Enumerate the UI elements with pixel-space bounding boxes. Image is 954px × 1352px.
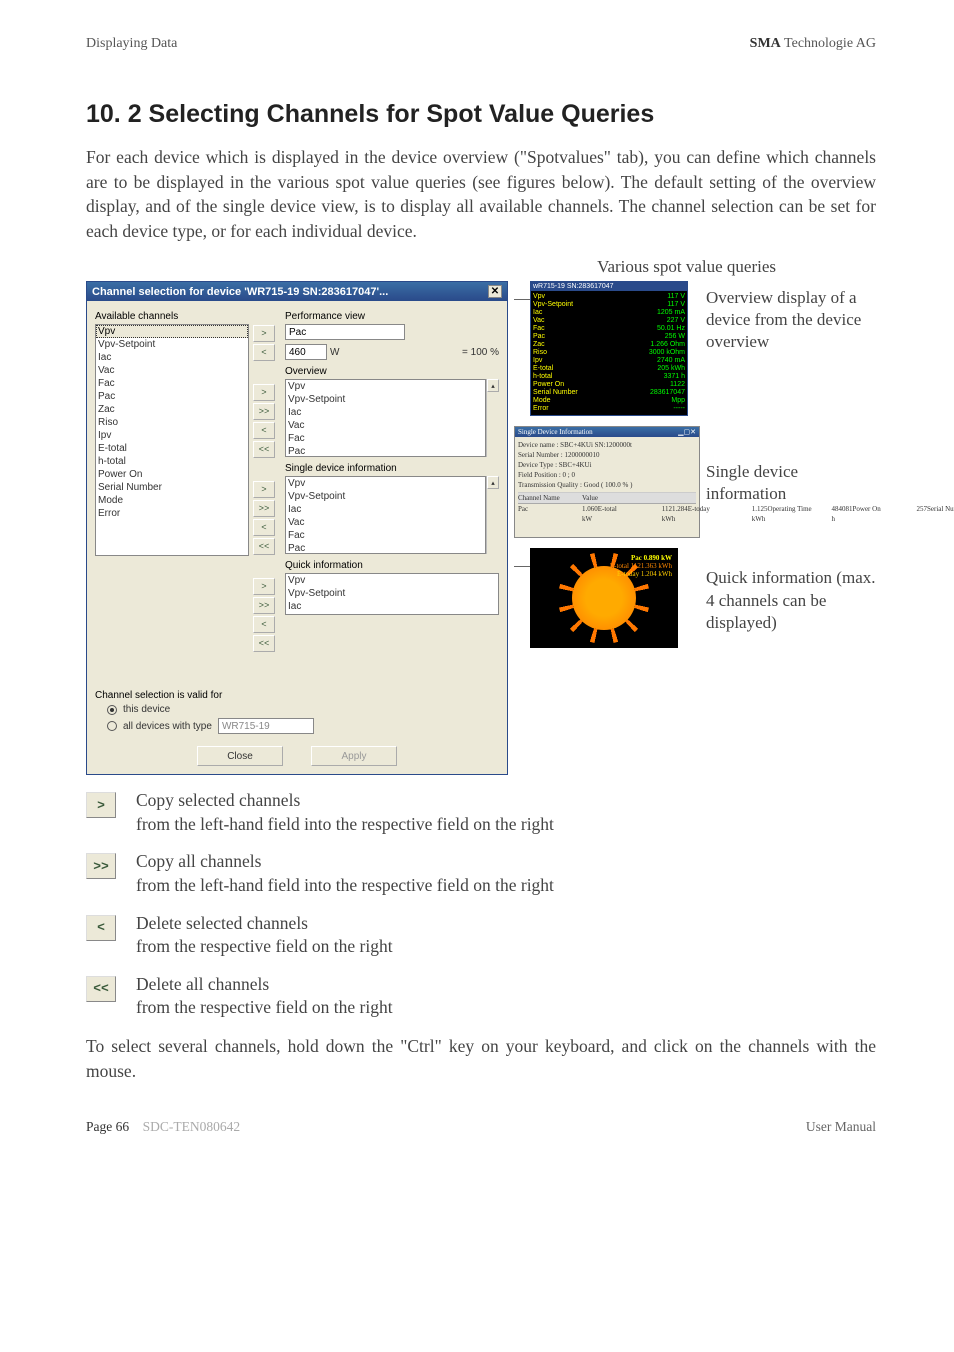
page-header: Displaying Data SMA Technologie AG	[86, 36, 876, 52]
move-left-button[interactable]: <	[253, 616, 275, 633]
channel-selection-dialog: Channel selection for device 'WR715-19 S…	[86, 281, 508, 775]
quick-info-widget: Pac 0.890 kWE-total 1121.363 kWhE-today …	[530, 548, 678, 648]
figure-row: Channel selection for device 'WR715-19 S…	[86, 281, 876, 775]
radio-this-device[interactable]: this device	[107, 704, 499, 715]
move-all-left-button[interactable]: <<	[253, 441, 275, 458]
move-all-right-button[interactable]: >>	[253, 403, 275, 420]
quick-transfer-buttons: > >> < <<	[253, 578, 281, 652]
overview-display-window: wR715-19 SN:283617047 Vpv117 VVpv-Setpoi…	[530, 281, 688, 416]
close-button[interactable]: Close	[197, 746, 283, 766]
quick-label: Quick information	[285, 560, 499, 571]
mini-title: wR715-19 SN:283617047	[533, 283, 614, 290]
perf-transfer-buttons: > <	[253, 325, 281, 361]
legend-text: Delete all channelsfrom the respective f…	[136, 973, 393, 1020]
annotations-column: Overview display of a device from the de…	[706, 281, 876, 680]
radio-icon	[107, 721, 117, 731]
legend-row: >> Copy all channelsfrom the left-hand fi…	[86, 850, 876, 897]
perf-percent: = 100 %	[462, 347, 499, 358]
move-all-left-button[interactable]: <<	[253, 538, 275, 555]
radio-all-devices[interactable]: all devices with type	[107, 718, 499, 734]
overview-values: Vpv117 VVpv-Setpoint117 VIac1205 mAVac22…	[531, 291, 687, 415]
intro-paragraph: For each device which is displayed in th…	[86, 145, 876, 243]
legend-icon: >>	[86, 853, 116, 879]
legend-text: Copy all channelsfrom the left-hand fiel…	[136, 850, 554, 897]
perf-unit: W	[330, 347, 339, 358]
overview-label: Overview	[285, 366, 499, 377]
quick-values: Pac 0.890 kWE-total 1121.363 kWhE-today …	[610, 554, 672, 578]
annotation-overview: Overview display of a device from the de…	[706, 287, 876, 353]
legend-icon: <<	[86, 976, 116, 1002]
legend-row: << Delete all channelsfrom the respective…	[86, 973, 876, 1020]
legend-icon: <	[86, 915, 116, 941]
device-type-select	[218, 718, 314, 734]
quick-list[interactable]: VpvVpv-SetpointIac	[285, 573, 499, 615]
sdi-title: Single Device Information	[518, 428, 593, 436]
section-title: 10. 2 Selecting Channels for Spot Value …	[86, 100, 876, 129]
move-right-button[interactable]: >	[253, 384, 275, 401]
legend-row: > Copy selected channelsfrom the left-han…	[86, 789, 876, 836]
close-icon[interactable]: ✕	[488, 285, 502, 298]
move-right-button[interactable]: >	[253, 325, 275, 342]
performance-label: Performance view	[285, 311, 499, 322]
sdi-meta: Device name : SBC+4KUi SN:1200000tSerial…	[518, 440, 696, 490]
scroll-up-icon[interactable]: ▴	[487, 476, 499, 489]
overview-list[interactable]: VpvVpv-SetpointIacVacFacPac	[285, 379, 486, 457]
apply-button: Apply	[311, 746, 397, 766]
button-legend: > Copy selected channelsfrom the left-han…	[86, 789, 876, 1020]
sdi-transfer-buttons: > >> < <<	[253, 481, 281, 555]
move-all-right-button[interactable]: >>	[253, 597, 275, 614]
legend-text: Delete selected channelsfrom the respect…	[136, 912, 393, 959]
move-left-button[interactable]: <	[253, 519, 275, 536]
single-device-info-window: Single Device Information ▁▢✕ Device name…	[514, 426, 700, 538]
header-left: Displaying Data	[86, 36, 177, 52]
perf-value-input[interactable]	[285, 344, 327, 360]
connector-line	[514, 566, 530, 567]
move-right-button[interactable]: >	[253, 578, 275, 595]
sdi-label: Single device information	[285, 463, 499, 474]
valid-for-label: Channel selection is valid for	[95, 690, 499, 701]
dialog-titlebar: Channel selection for device 'WR715-19 S…	[87, 282, 507, 301]
header-right: SMA Technologie AG	[750, 36, 876, 52]
move-left-button[interactable]: <	[253, 344, 275, 361]
available-channels-list[interactable]: VpvVpv-SetpointIacVacFacPacZacRisoIpvE-t…	[95, 324, 249, 556]
perf-channel-input[interactable]	[285, 324, 405, 340]
scroll-up-icon[interactable]: ▴	[487, 379, 499, 392]
annotation-quick: Quick information (max. 4 channels can b…	[706, 567, 876, 633]
legend-icon: >	[86, 792, 116, 818]
closing-paragraph: To select several channels, hold down th…	[86, 1034, 876, 1083]
legend-text: Copy selected channelsfrom the left-hand…	[136, 789, 554, 836]
move-all-left-button[interactable]: <<	[253, 635, 275, 652]
radio-icon	[107, 705, 117, 715]
queries-caption: Various spot value queries	[86, 257, 876, 277]
sdi-table-rows: Pac1.060 kWE-total1121.284 kWhE-today1.1…	[518, 504, 696, 534]
legend-row: < Delete selected channelsfrom the respec…	[86, 912, 876, 959]
mini-windows-column: wR715-19 SN:283617047 Vpv117 VVpv-Setpoi…	[514, 281, 700, 648]
available-label: Available channels	[95, 311, 249, 322]
annotation-sdi: Single device information	[706, 461, 876, 505]
move-left-button[interactable]: <	[253, 422, 275, 439]
window-controls-icon[interactable]: ▁▢✕	[678, 428, 696, 436]
overview-transfer-buttons: > >> < <<	[253, 384, 281, 458]
move-right-button[interactable]: >	[253, 481, 275, 498]
page-footer: Page 66 SDC-TEN080642 User Manual	[86, 1119, 876, 1135]
dialog-title: Channel selection for device 'WR715-19 S…	[92, 286, 388, 298]
move-all-right-button[interactable]: >>	[253, 500, 275, 517]
sdi-list[interactable]: VpvVpv-SetpointIacVacFacPac	[285, 476, 486, 554]
connector-line	[514, 299, 530, 300]
